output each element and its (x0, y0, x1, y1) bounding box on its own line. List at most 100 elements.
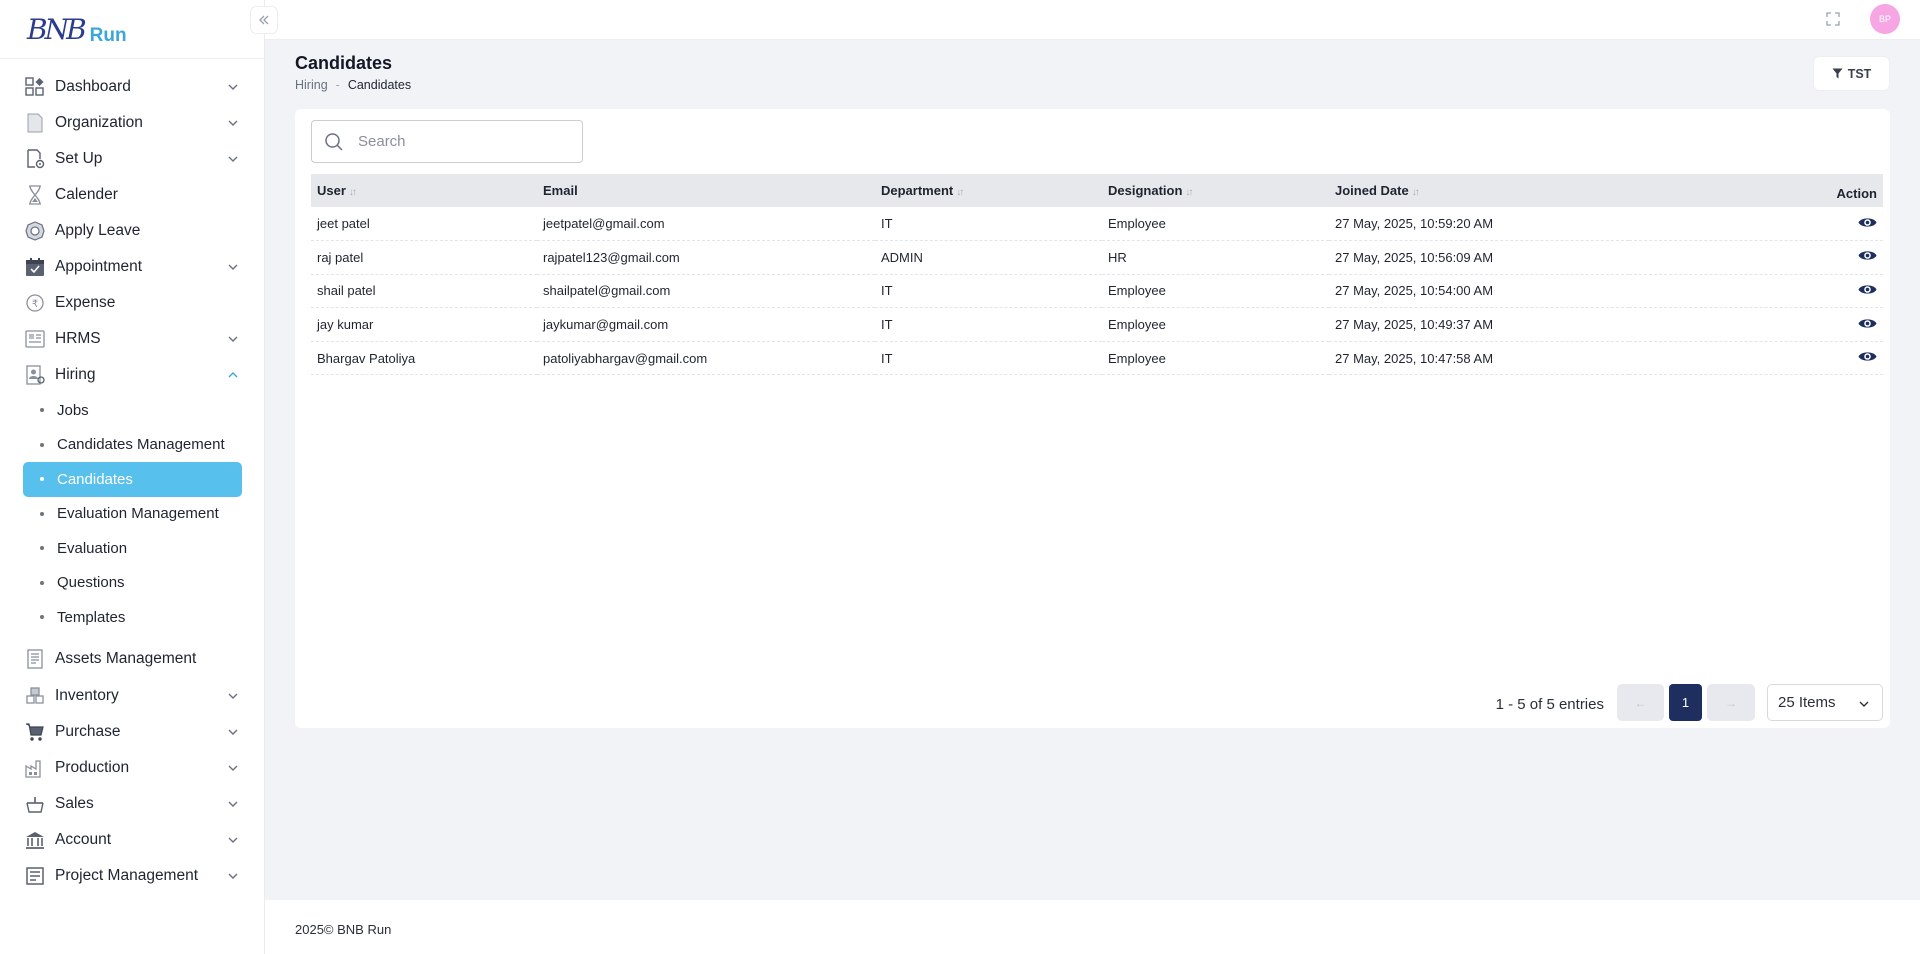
view-eye-icon[interactable] (1858, 317, 1877, 330)
sidebar-subitem-evaluation[interactable]: Evaluation (0, 531, 264, 566)
prev-page-button[interactable]: ← (1617, 684, 1664, 721)
column-header-department[interactable]: Department ↓↑ (875, 174, 1102, 207)
sidebar-item-expense[interactable]: ₹ Expense (0, 285, 264, 321)
sidebar-item-calender[interactable]: Calender (0, 177, 264, 213)
sidebar-item-apply-leave[interactable]: Apply Leave (0, 213, 264, 249)
cell-designation: HR (1108, 249, 1127, 265)
sort-icon[interactable]: ↓↑ (1185, 187, 1193, 198)
sidebar-item-project-management[interactable]: Project Management (0, 858, 264, 894)
sidebar-item-production[interactable]: Production (0, 750, 264, 786)
page-size-select[interactable]: 25 Items (1767, 684, 1883, 721)
view-eye-icon[interactable] (1858, 283, 1877, 296)
next-page-button[interactable]: → (1707, 684, 1755, 721)
sidebar-item-assets-management[interactable]: Assets Management (0, 641, 264, 677)
sidebar-item-label: Account (55, 830, 112, 848)
sidebar-item-purchase[interactable]: Purchase (0, 714, 264, 750)
column-header-action: Action (1629, 174, 1883, 207)
chevron-down-icon (228, 873, 238, 879)
search-box[interactable] (311, 120, 583, 163)
hrms-icon (24, 328, 46, 350)
sidebar-item-label: Calender (55, 186, 118, 203)
sidebar-item-inventory[interactable]: Inventory (0, 678, 264, 714)
sort-icon[interactable]: ↓↑ (349, 187, 357, 198)
candidates-card: User↓↑ Email Department↓↑ Designation↓↑ … (295, 109, 1890, 728)
column-header-label: Action (1836, 186, 1877, 201)
view-eye-icon[interactable] (1858, 249, 1877, 262)
setup-icon (24, 148, 46, 170)
avatar[interactable]: BP (1870, 4, 1900, 34)
cell-email: jaykumar@gmail.com (543, 317, 669, 333)
sort-icon[interactable]: ↓↑ (1412, 187, 1420, 198)
sidebar-item-dashboard[interactable]: Dashboard (0, 69, 264, 105)
entries-summary: 1 - 5 of 5 entries (1495, 696, 1604, 713)
column-header-label: User (317, 183, 346, 198)
sidebar-item-label: Sales (55, 794, 94, 812)
sort-icon[interactable]: ↓↑ (956, 187, 964, 198)
sidebar-item-organization[interactable]: Organization (0, 105, 264, 141)
chevron-down-icon (228, 729, 238, 735)
hiring-icon (24, 364, 46, 386)
page-number-button[interactable]: 1 (1669, 684, 1702, 721)
sidebar-subitem-label: Candidates (57, 470, 133, 488)
fullscreen-icon[interactable] (1826, 12, 1840, 26)
sidebar-subitem-jobs[interactable]: Jobs (0, 393, 264, 428)
cart-icon (24, 721, 46, 743)
cell-joined-date: 27 May, 2025, 10:54:00 AM (1335, 283, 1494, 299)
copyright-text: 2025© BNB Run (295, 922, 392, 937)
sidebar-item-account[interactable]: Account (0, 822, 264, 858)
collapse-sidebar-button[interactable] (250, 6, 278, 34)
column-header-label: Department (881, 183, 954, 198)
cell-department: IT (881, 350, 893, 366)
sidebar-item-hiring[interactable]: Hiring (0, 357, 264, 393)
view-eye-icon[interactable] (1858, 216, 1877, 229)
view-eye-icon[interactable] (1858, 350, 1877, 363)
sidebar-subitem-label: Candidates Management (57, 436, 225, 454)
sidebar-subitem-templates[interactable]: Templates (0, 600, 264, 635)
page-title: Candidates (295, 53, 393, 73)
cell-email: patoliyabhargav@gmail.com (543, 350, 708, 366)
table-row: jeet patel jeetpatel@gmail.com IT Employ… (311, 207, 1883, 241)
factory-icon (24, 757, 46, 779)
cell-designation: Employee (1108, 283, 1166, 299)
cell-joined-date: 27 May, 2025, 10:56:09 AM (1335, 249, 1494, 265)
sidebar-subitem-questions[interactable]: Questions (0, 566, 264, 601)
bullet-dot (40, 408, 44, 413)
sidebar-subitem-label: Evaluation (57, 539, 128, 557)
cell-joined-date: 27 May, 2025, 10:47:58 AM (1335, 350, 1494, 366)
sidebar-subitem-label: Jobs (57, 401, 89, 419)
sidebar-item-label: Organization (55, 114, 143, 131)
column-header-user[interactable]: User ↓↑ (311, 174, 537, 207)
cell-action (1629, 207, 1883, 241)
cell-department: IT (881, 317, 893, 333)
sidebar-subitem-candidates[interactable]: Candidates (23, 462, 242, 497)
chevron-down-icon (1859, 701, 1869, 707)
breadcrumb-parent[interactable]: Hiring (295, 78, 328, 92)
cell-user: raj patel (317, 249, 364, 265)
column-header-joined-date[interactable]: Joined Date ↓↑ (1329, 174, 1629, 207)
sidebar-item-hrms[interactable]: HRMS (0, 321, 264, 357)
sidebar-subitem-candidates-management[interactable]: Candidates Management (0, 428, 264, 463)
table-row: raj patel rajpatel123@gmail.com ADMIN HR… (311, 241, 1883, 275)
cell-action (1629, 241, 1883, 275)
sidebar-item-label: Inventory (55, 686, 119, 704)
sidebar-item-setup[interactable]: Set Up (0, 141, 264, 177)
cell-department: ADMIN (881, 249, 923, 265)
sidebar-item-sales[interactable]: Sales (0, 786, 264, 822)
column-header-designation[interactable]: Designation ↓↑ (1102, 174, 1329, 207)
search-input[interactable] (358, 133, 558, 150)
cell-designation: Employee (1108, 216, 1166, 232)
filter-button[interactable]: TST (1813, 56, 1890, 91)
brand-logo[interactable]: BNB Run (0, 0, 264, 59)
page-size-value: 25 Items (1778, 694, 1836, 711)
sidebar-subitem-label: Templates (57, 608, 126, 626)
sidebar-item-appointment[interactable]: Appointment (0, 249, 264, 285)
sidebar-nav: Dashboard Organization Set Up Calender A… (0, 59, 264, 894)
footer (265, 900, 1920, 954)
sidebar-subitem-evaluation-management[interactable]: Evaluation Management (0, 497, 264, 532)
cell-user: Bhargav Patoliya (317, 350, 416, 366)
cell-user: shail patel (317, 283, 376, 299)
cell-action (1629, 274, 1883, 308)
cell-joined-date: 27 May, 2025, 10:49:37 AM (1335, 317, 1494, 333)
table-header-row: User ↓↑ Email Department ↓↑ Designation ↓↑ … (311, 174, 1883, 207)
cell-email: rajpatel123@gmail.com (543, 249, 680, 265)
